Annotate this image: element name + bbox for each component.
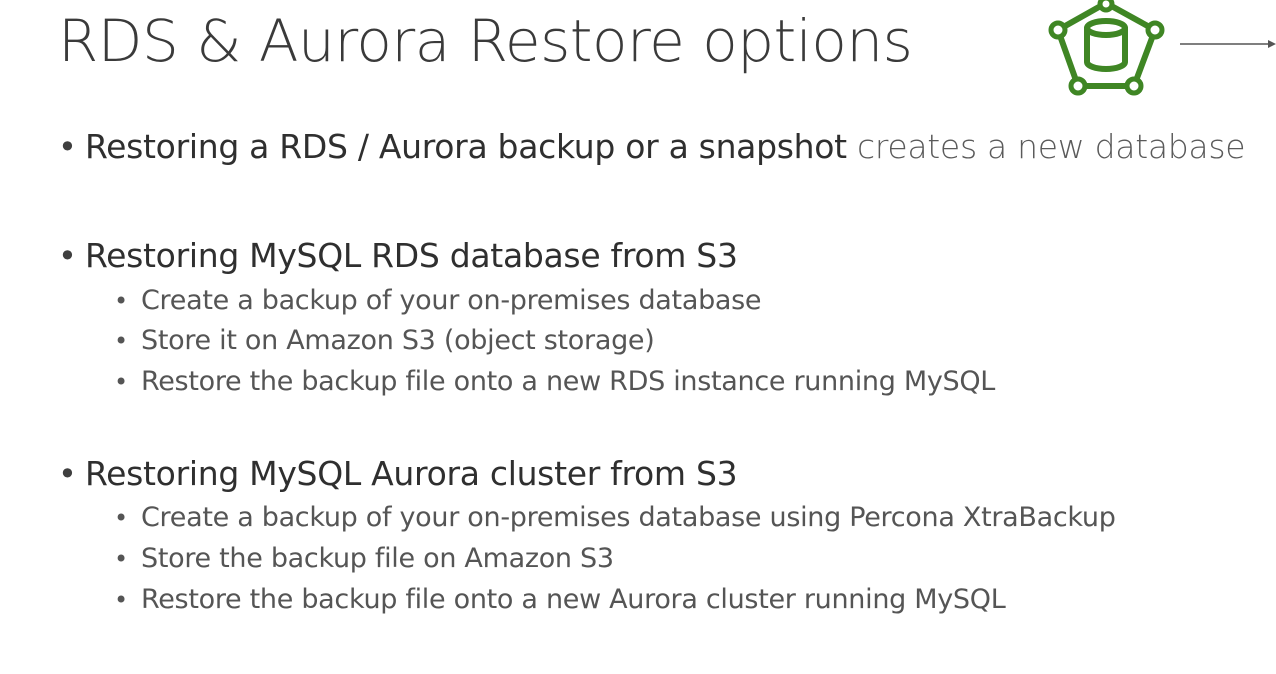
subitem: • Store it on Amazon S3 (object storage)	[114, 321, 655, 361]
subitem-text: Store it on Amazon S3 (object storage)	[141, 325, 655, 356]
bullet-emph-text: Restoring a RDS / Aurora backup or a sna…	[85, 127, 847, 166]
slide-title: RDS & Aurora Restore options	[58, 7, 913, 75]
sub-bullet-dot: •	[114, 287, 128, 315]
sub-bullet-dot: •	[114, 586, 128, 614]
subitem: • Create a backup of your on-premises dat…	[114, 281, 762, 321]
arrow-right-icon	[1180, 40, 1276, 48]
bullet-normal-text: creates a new database	[846, 127, 1246, 166]
subitem-text: Create a backup of your on-premises data…	[141, 502, 1116, 533]
subitem: • Create a backup of your on-premises dat…	[114, 498, 1116, 538]
bullet-restore-mysql-rds: • Restoring MySQL RDS database from S3	[58, 233, 738, 279]
bullet-dot: •	[58, 128, 77, 166]
subitem-text: Store the backup file on Amazon S3	[141, 543, 614, 574]
bullet-emph-text: Restoring MySQL Aurora cluster from S3	[85, 454, 738, 493]
bullet-emph-text: Restoring MySQL RDS database from S3	[85, 236, 738, 275]
bullet-restore-mysql-aurora: • Restoring MySQL Aurora cluster from S3	[58, 451, 738, 497]
sub-bullet-dot: •	[114, 327, 128, 355]
subitem-text: Restore the backup file onto a new RDS i…	[141, 366, 996, 397]
sub-bullet-dot: •	[114, 545, 128, 573]
sub-bullet-dot: •	[114, 504, 128, 532]
subitem: • Store the backup file on Amazon S3	[114, 539, 614, 579]
subitem: • Restore the backup file onto a new Auro…	[114, 580, 1006, 620]
sub-bullet-dot: •	[114, 368, 128, 396]
aurora-database-icon	[1048, 0, 1165, 96]
subitem-text: Restore the backup file onto a new Auror…	[141, 584, 1006, 615]
bullet-dot: •	[58, 455, 77, 493]
subitem: • Restore the backup file onto a new RDS …	[114, 362, 995, 402]
bullet-dot: •	[58, 237, 77, 275]
subitem-text: Create a backup of your on-premises data…	[141, 285, 762, 316]
bullet-restore-snapshot: • Restoring a RDS / Aurora backup or a sn…	[58, 124, 1246, 170]
